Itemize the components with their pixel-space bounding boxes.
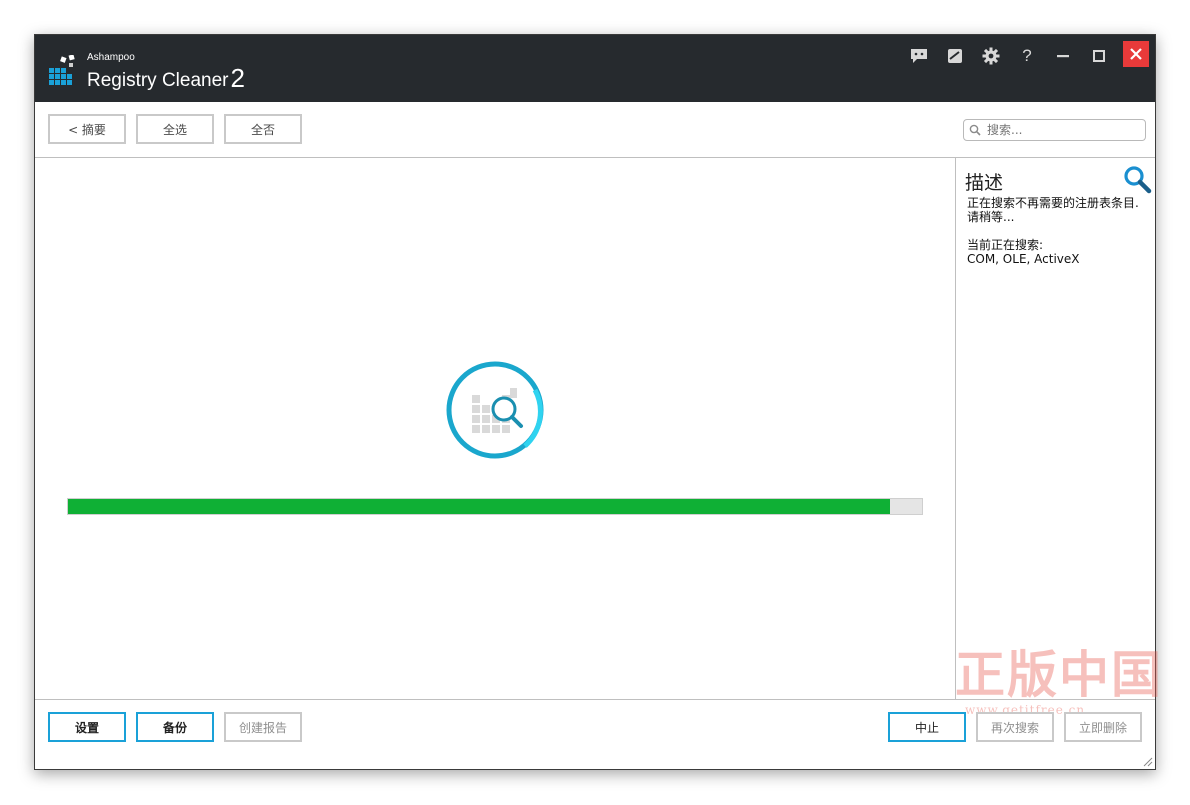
help-icon[interactable]: ? bbox=[1016, 45, 1038, 67]
settings-gear-icon[interactable] bbox=[980, 45, 1002, 67]
select-none-button[interactable]: 全否 bbox=[224, 114, 302, 144]
current-search-label: 当前正在搜索: bbox=[967, 238, 1044, 252]
back-to-summary-button[interactable]: < 摘要 bbox=[48, 114, 126, 144]
description-line-1: 正在搜索不再需要的注册表条目. bbox=[967, 196, 1139, 210]
scan-progress-fill bbox=[68, 499, 891, 514]
maximize-icon[interactable] bbox=[1088, 45, 1110, 67]
search-input[interactable] bbox=[987, 123, 1137, 137]
rescan-button[interactable]: 再次搜索 bbox=[976, 712, 1054, 742]
scan-panel bbox=[35, 158, 955, 699]
app-window: Ashampoo Registry Cleaner2 ? < 摘要 全选 全否 bbox=[34, 34, 1161, 771]
close-icon[interactable] bbox=[1123, 41, 1149, 67]
delete-now-button[interactable]: 立即删除 bbox=[1064, 712, 1142, 742]
description-title: 描述 bbox=[965, 172, 1004, 194]
search-box[interactable] bbox=[963, 119, 1146, 141]
search-icon bbox=[969, 124, 981, 136]
minimize-icon[interactable] bbox=[1052, 45, 1074, 67]
toolbar: < 摘要 全选 全否 bbox=[35, 102, 1155, 158]
current-search-value: COM, OLE, ActiveX bbox=[967, 252, 1080, 266]
bottom-bar: 设置 备份 创建报告 中止 再次搜索 立即删除 bbox=[35, 699, 1155, 771]
product-title: Registry Cleaner2 bbox=[87, 62, 245, 93]
select-all-button[interactable]: 全选 bbox=[136, 114, 214, 144]
title-bar: Ashampoo Registry Cleaner2 ? bbox=[35, 35, 1155, 102]
edit-icon[interactable] bbox=[944, 45, 966, 67]
settings-button[interactable]: 设置 bbox=[48, 712, 126, 742]
app-logo-icon bbox=[49, 55, 75, 85]
create-report-button[interactable]: 创建报告 bbox=[224, 712, 302, 742]
scan-progress-bar bbox=[67, 498, 923, 515]
magnifier-icon bbox=[1124, 166, 1152, 194]
backup-button[interactable]: 备份 bbox=[136, 712, 214, 742]
scanning-spinner-icon bbox=[446, 361, 544, 459]
product-version: 2 bbox=[230, 63, 245, 93]
stop-button[interactable]: 中止 bbox=[888, 712, 966, 742]
description-panel: 描述 正在搜索不再需要的注册表条目. 请稍等... 当前正在搜索: COM, O… bbox=[955, 158, 1156, 699]
product-name: Registry Cleaner bbox=[87, 70, 229, 91]
description-line-2: 请稍等... bbox=[967, 210, 1015, 224]
resize-grip-icon[interactable] bbox=[1141, 755, 1153, 767]
feedback-icon[interactable] bbox=[908, 45, 930, 67]
